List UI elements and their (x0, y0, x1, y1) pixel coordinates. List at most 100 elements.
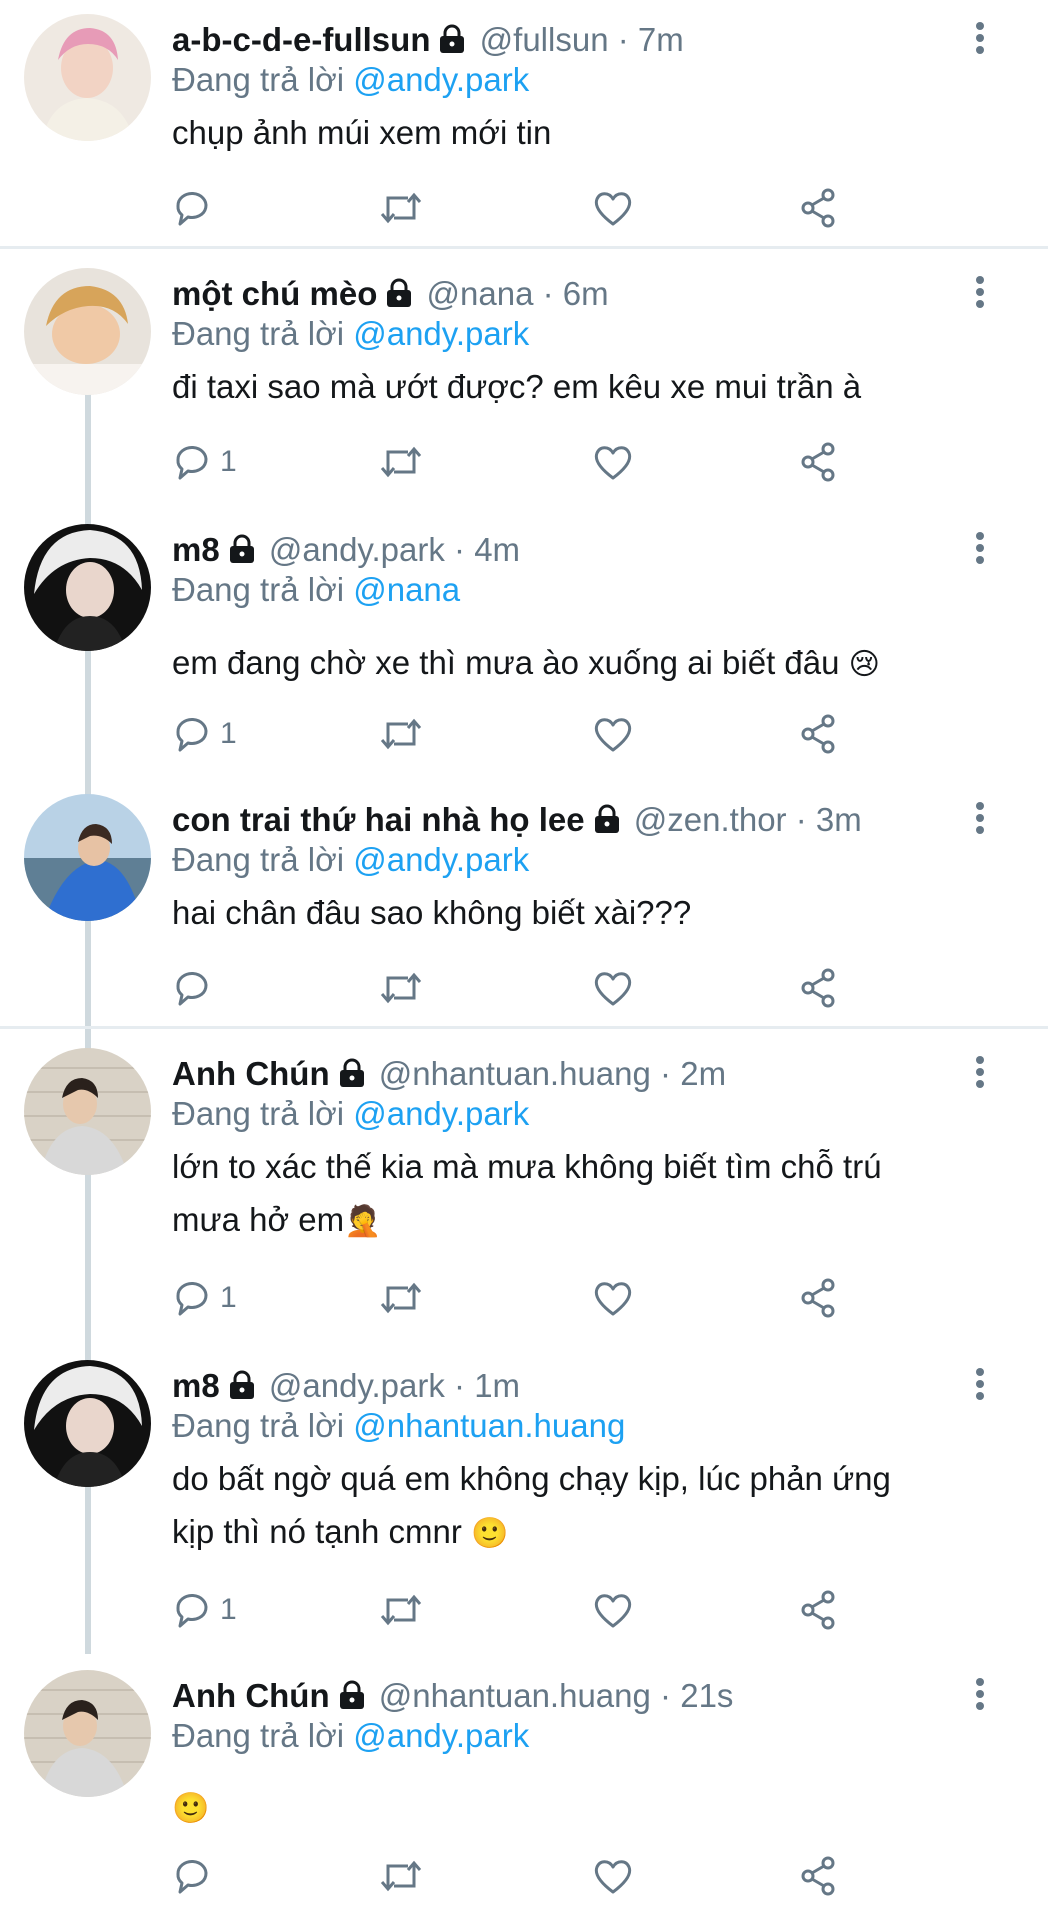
timestamp[interactable]: 6m (563, 275, 609, 312)
avatar[interactable] (24, 1360, 151, 1487)
timestamp[interactable]: 21s (680, 1677, 733, 1714)
reply-button[interactable] (172, 186, 220, 230)
reply-count: 1 (220, 1593, 237, 1626)
retweet-button[interactable] (378, 966, 424, 1010)
timestamp[interactable]: 3m (816, 801, 862, 838)
reply-icon (176, 192, 208, 226)
like-button[interactable] (592, 1276, 634, 1320)
handle[interactable]: @andy.park (269, 1367, 445, 1404)
display-name[interactable]: một chú mèo (172, 275, 377, 312)
share-button[interactable] (798, 966, 840, 1010)
reply-button[interactable]: 1 (172, 1588, 237, 1632)
mention-link[interactable]: @nhantuan.huang (353, 1407, 625, 1444)
display-name[interactable]: m8 (172, 1367, 220, 1404)
replying-prefix: Đang trả lời (172, 841, 354, 878)
share-button[interactable] (798, 186, 840, 230)
mention-link[interactable]: @andy.park (353, 1717, 529, 1754)
avatar[interactable] (24, 268, 151, 395)
retweet-icon (380, 718, 422, 750)
more-icon[interactable] (970, 798, 990, 838)
reply-count: 1 (220, 445, 237, 478)
like-icon (594, 192, 632, 226)
like-button[interactable] (592, 712, 634, 756)
mention-link[interactable]: @andy.park (353, 841, 529, 878)
separator-dot: · (660, 1677, 672, 1714)
retweet-button[interactable] (378, 186, 424, 230)
more-icon[interactable] (970, 528, 990, 568)
handle[interactable]: @andy.park (269, 531, 445, 568)
avatar[interactable] (24, 1670, 151, 1797)
action-bar: 1 (172, 712, 852, 756)
like-icon (594, 1594, 632, 1628)
reply-count: 1 (220, 717, 237, 750)
timestamp[interactable]: 7m (638, 21, 684, 58)
like-button[interactable] (592, 1588, 634, 1632)
handle[interactable]: @nhantuan.huang (379, 1055, 651, 1092)
handle[interactable]: @fullsun (480, 21, 609, 58)
timestamp[interactable]: 4m (474, 531, 520, 568)
like-button[interactable] (592, 1854, 634, 1898)
like-button[interactable] (592, 440, 634, 484)
like-icon (594, 1860, 632, 1894)
retweet-icon (380, 1282, 422, 1314)
more-icon[interactable] (970, 1674, 990, 1714)
reply-icon (176, 972, 208, 1006)
tweet-text-content: đi taxi sao mà ướt được? em kêu xe mui t… (172, 368, 862, 405)
lock-icon (438, 23, 466, 63)
replying-to: Đang trả lời @andy.park (172, 1716, 529, 1756)
more-icon[interactable] (970, 1052, 990, 1092)
tweet-text-content: hai chân đâu sao không biết xài??? (172, 894, 692, 931)
timestamp[interactable]: 1m (474, 1367, 520, 1404)
like-icon (594, 718, 632, 752)
display-name[interactable]: Anh Chún (172, 1055, 330, 1092)
action-bar (172, 186, 852, 230)
handle[interactable]: @nana (427, 275, 534, 312)
retweet-button[interactable] (378, 1588, 424, 1632)
handle[interactable]: @nhantuan.huang (379, 1677, 651, 1714)
more-icon[interactable] (970, 1364, 990, 1404)
share-button[interactable] (798, 1588, 840, 1632)
avatar[interactable] (24, 14, 151, 141)
replying-to: Đang trả lời @andy.park (172, 840, 529, 880)
display-name[interactable]: con trai thứ hai nhà họ lee (172, 801, 585, 838)
display-name[interactable]: Anh Chún (172, 1677, 330, 1714)
timestamp[interactable]: 2m (680, 1055, 726, 1092)
display-name[interactable]: m8 (172, 531, 220, 568)
divider (0, 246, 1048, 249)
share-icon (801, 1590, 835, 1630)
share-button[interactable] (798, 1854, 840, 1898)
retweet-button[interactable] (378, 1276, 424, 1320)
reply-button[interactable] (172, 966, 220, 1010)
share-button[interactable] (798, 440, 840, 484)
replying-prefix: Đang trả lời (172, 1095, 354, 1132)
more-icon[interactable] (970, 272, 990, 312)
like-icon (594, 972, 632, 1006)
like-icon (594, 1282, 632, 1316)
share-button[interactable] (798, 1276, 840, 1320)
mention-link[interactable]: @andy.park (353, 315, 529, 352)
retweet-button[interactable] (378, 440, 424, 484)
more-icon[interactable] (970, 18, 990, 58)
mention-link[interactable]: @andy.park (353, 61, 529, 98)
retweet-icon (380, 972, 422, 1004)
display-name[interactable]: a-b-c-d-e-fullsun (172, 21, 430, 58)
mention-link[interactable]: @nana (353, 571, 460, 608)
like-button[interactable] (592, 186, 634, 230)
avatar[interactable] (24, 794, 151, 921)
reply-button[interactable]: 1 (172, 712, 237, 756)
mention-link[interactable]: @andy.park (353, 1095, 529, 1132)
tweet-text: đi taxi sao mà ướt được? em kêu xe mui t… (172, 360, 992, 413)
like-button[interactable] (592, 966, 634, 1010)
retweet-button[interactable] (378, 712, 424, 756)
tweet-text: 🙂 (172, 1780, 992, 1835)
reply-button[interactable] (172, 1854, 220, 1898)
avatar[interactable] (24, 1048, 151, 1175)
reply-button[interactable]: 1 (172, 440, 237, 484)
retweet-button[interactable] (378, 1854, 424, 1898)
avatar[interactable] (24, 524, 151, 651)
reply-button[interactable]: 1 (172, 1276, 237, 1320)
handle[interactable]: @zen.thor (634, 801, 787, 838)
share-button[interactable] (798, 712, 840, 756)
lock-icon (338, 1057, 366, 1097)
action-bar (172, 966, 852, 1010)
